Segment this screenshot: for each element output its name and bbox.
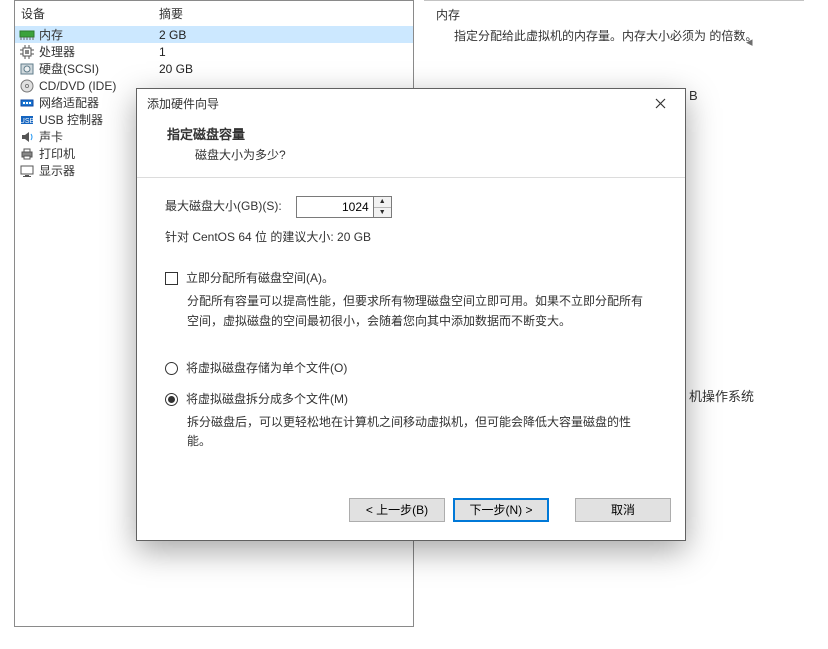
hardware-header: 设备 摘要 xyxy=(15,1,413,26)
allocate-now-desc: 分配所有容量可以提高性能，但要求所有物理磁盘空间立即可用。如果不立即分配所有空间… xyxy=(165,288,645,352)
svg-text:USB: USB xyxy=(20,118,34,125)
allocate-now-checkbox-row[interactable]: 立即分配所有磁盘空间(A)。 xyxy=(165,269,655,288)
split-files-label: 将虚拟磁盘拆分成多个文件(M) xyxy=(186,390,348,409)
hardware-name: 处理器 xyxy=(39,43,75,60)
printer-icon xyxy=(19,147,35,161)
back-button[interactable]: < 上一步(B) xyxy=(349,498,445,522)
hardware-summary: 20 GB xyxy=(159,62,409,76)
hardware-summary: 2 GB xyxy=(159,28,409,42)
clipped-text-os: 机操作系统 xyxy=(689,386,779,405)
cpu-icon xyxy=(19,45,35,59)
recommended-size: 针对 CentOS 64 位 的建议大小: 20 GB xyxy=(165,228,655,247)
cd-icon xyxy=(19,79,35,93)
split-files-radio-row[interactable]: 将虚拟磁盘拆分成多个文件(M) xyxy=(165,390,655,409)
disk-icon xyxy=(19,62,35,76)
close-button[interactable] xyxy=(641,93,679,115)
network-icon xyxy=(19,96,35,110)
header-summary: 摘要 xyxy=(153,1,189,26)
spinner-up[interactable]: ▲ xyxy=(374,197,391,208)
split-files-desc: 拆分磁盘后，可以更轻松地在计算机之间移动虚拟机，但可能会降低大容量磁盘的性能。 xyxy=(165,409,645,459)
memory-body: 指定分配给此虚拟机的内存量。内存大小必须为 的倍数。 xyxy=(432,25,796,46)
dialog-title: 添加硬件向导 xyxy=(147,95,641,112)
wizard-header: 指定磁盘容量 磁盘大小为多少? xyxy=(137,118,685,178)
usb-icon: USB xyxy=(19,113,35,127)
hardware-summary: 1 xyxy=(159,45,409,59)
dialog-titlebar: 添加硬件向导 xyxy=(137,89,685,118)
sound-icon xyxy=(19,130,35,144)
split-files-radio[interactable] xyxy=(165,393,178,406)
max-disk-size-row: 最大磁盘大小(GB)(S): ▲ ▼ xyxy=(165,196,655,218)
memory-title: 内存 xyxy=(432,4,796,25)
wizard-body: 最大磁盘大小(GB)(S): ▲ ▼ 针对 CentOS 64 位 的建议大小:… xyxy=(137,178,685,484)
store-single-file-label: 将虚拟磁盘存储为单个文件(O) xyxy=(186,359,347,378)
hardware-name: 硬盘(SCSI) xyxy=(39,60,99,77)
wizard-subheading: 磁盘大小为多少? xyxy=(167,143,655,165)
hardware-name: 声卡 xyxy=(39,128,63,145)
add-hardware-wizard-dialog: 添加硬件向导 指定磁盘容量 磁盘大小为多少? 最大磁盘大小(GB)(S): ▲ … xyxy=(136,88,686,541)
clipped-text-b: B xyxy=(689,88,713,103)
hardware-name: 显示器 xyxy=(39,162,75,179)
next-button[interactable]: 下一步(N) > xyxy=(453,498,549,522)
memory-icon xyxy=(19,28,35,42)
hardware-name: 网络适配器 xyxy=(39,94,99,111)
header-device: 设备 xyxy=(15,1,153,26)
allocate-now-label: 立即分配所有磁盘空间(A)。 xyxy=(186,269,334,288)
cancel-button[interactable]: 取消 xyxy=(575,498,671,522)
store-single-file-radio-row[interactable]: 将虚拟磁盘存储为单个文件(O) xyxy=(165,359,655,378)
store-single-file-radio[interactable] xyxy=(165,362,178,375)
wizard-button-bar: < 上一步(B) 下一步(N) > 取消 xyxy=(137,484,685,540)
hardware-name: 打印机 xyxy=(39,145,75,162)
display-icon xyxy=(19,164,35,178)
max-size-spinner[interactable]: ▲ ▼ xyxy=(296,196,392,218)
max-size-input[interactable] xyxy=(297,197,373,217)
allocate-now-checkbox[interactable] xyxy=(165,272,178,285)
wizard-heading: 指定磁盘容量 xyxy=(167,124,655,143)
hardware-name: 内存 xyxy=(39,26,63,43)
close-icon xyxy=(655,98,666,109)
collapse-arrow: ◂ xyxy=(746,34,753,50)
hardware-name: USB 控制器 xyxy=(39,111,103,128)
hardware-row[interactable]: 内存 2 GB xyxy=(15,26,413,43)
spinner-down[interactable]: ▼ xyxy=(374,208,391,218)
hardware-row[interactable]: 硬盘(SCSI) 20 GB xyxy=(15,60,413,77)
hardware-name: CD/DVD (IDE) xyxy=(39,79,116,93)
hardware-row[interactable]: 处理器 1 xyxy=(15,43,413,60)
max-size-label: 最大磁盘大小(GB)(S): xyxy=(165,197,282,216)
